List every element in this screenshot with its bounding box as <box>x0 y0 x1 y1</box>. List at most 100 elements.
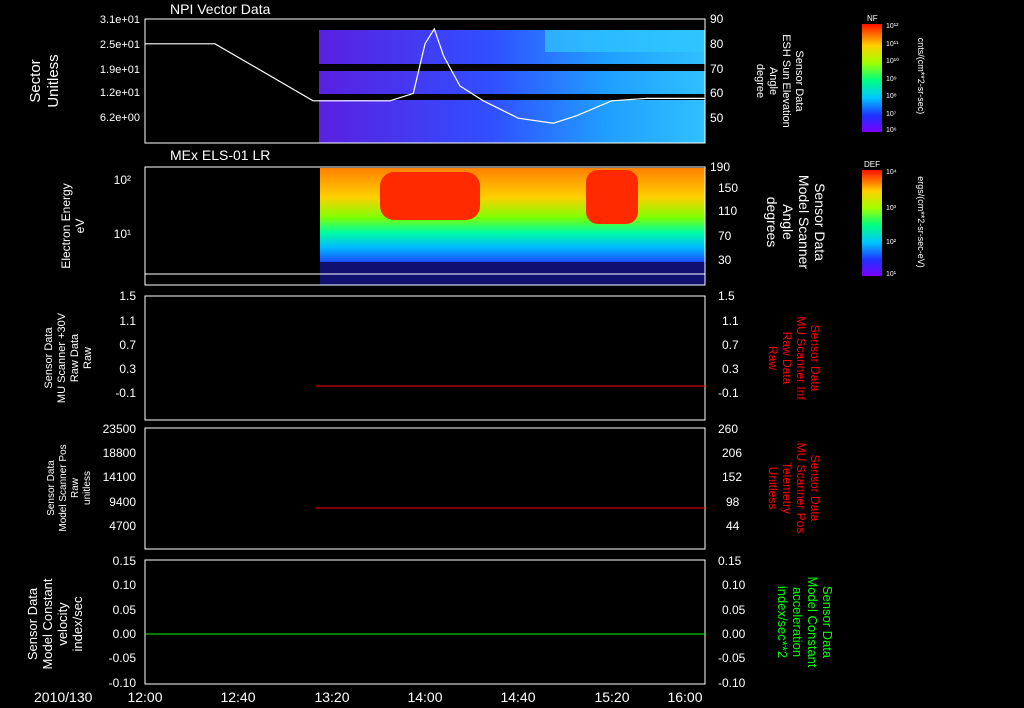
tick-label: 14100 <box>103 470 137 484</box>
tick-label: 4700 <box>109 519 136 533</box>
svg-text:eV: eV <box>73 219 87 234</box>
right-axis-ticks: 1.5 1.1 0.7 0.3 -0.1 <box>718 289 739 400</box>
time-axis: 2010/130 12:00 12:40 13:20 14:00 14:40 1… <box>34 689 703 705</box>
panel-frame <box>144 559 706 685</box>
time-tick-label: 13:20 <box>314 689 349 705</box>
tick-label: 1.2e+01 <box>100 87 140 99</box>
svg-text:10⁹: 10⁹ <box>886 76 897 83</box>
svg-text:MU Scanner +30V: MU Scanner +30V <box>56 312 68 403</box>
tick-label: 110 <box>718 204 737 218</box>
svg-text:Telemetry: Telemetry <box>780 462 794 514</box>
tick-label: 1.1 <box>119 314 136 328</box>
left-axis-ticks: 10² 10¹ <box>114 173 131 241</box>
svg-text:10⁶: 10⁶ <box>886 127 897 134</box>
colorbar-nf: NF 10¹² 10¹¹ 10¹⁰ 10⁹ 10⁸ 10⁷ 10⁶ cnts/(… <box>862 14 926 134</box>
colorbar-units: cnts/(cm**2-sr-sec) <box>916 38 926 115</box>
time-tick-label: 14:40 <box>500 689 535 705</box>
tick-label: 44 <box>726 519 740 533</box>
svg-text:velocity: velocity <box>55 602 70 646</box>
svg-text:Sector: Sector <box>27 59 44 102</box>
right-axis-ticks: 0.15 0.10 0.05 0.00 -0.05 -0.10 <box>718 554 746 690</box>
svg-text:10¹: 10¹ <box>886 271 897 278</box>
right-axis-ticks: 90 80 70 60 50 <box>710 12 724 125</box>
svg-text:Sensor Data: Sensor Data <box>25 587 40 660</box>
tick-label: 9400 <box>109 495 136 509</box>
right-axis-label: Sensor Data Model Scanner Angle degrees <box>764 175 828 270</box>
left-axis-ticks: 0.15 0.10 0.05 0.00 -0.05 -0.10 <box>109 554 137 690</box>
right-axis-label: Sensor Data Model Constant acceleration … <box>775 576 835 667</box>
svg-text:10¹⁰: 10¹⁰ <box>886 57 899 65</box>
tick-label: 3.1e+01 <box>100 14 140 26</box>
svg-text:Raw: Raw <box>766 346 780 370</box>
tick-label: 0.00 <box>113 627 137 641</box>
svg-text:Model Scanner Pos: Model Scanner Pos <box>58 444 69 531</box>
npi-gap-band <box>319 64 705 71</box>
tick-label: 70 <box>718 229 732 243</box>
colorbar-gradient <box>862 170 882 276</box>
right-axis-label: Sensor Data MU Scanner Inf Raw Data Raw <box>766 316 822 400</box>
svg-text:Sensor Data: Sensor Data <box>808 455 822 522</box>
panel-frame <box>144 427 706 550</box>
tick-label: 206 <box>722 446 742 460</box>
tick-label: 0.3 <box>119 362 136 376</box>
tick-label: 0.15 <box>718 554 742 568</box>
left-axis-label: Sensor Data Model Scanner Pos Raw unitle… <box>46 444 93 531</box>
tick-label: 0.10 <box>722 578 746 592</box>
tick-label: 152 <box>722 470 742 484</box>
colorbar-def: DEF 10⁴ 10³ 10² 10¹ ergs/(cm**2-sr-sec-e… <box>862 160 926 278</box>
tick-label: 0.05 <box>722 603 746 617</box>
svg-text:Raw Data: Raw Data <box>780 332 794 385</box>
right-axis-ticks: 190 150 110 70 30 <box>710 160 738 267</box>
colorbar-label: DEF <box>864 160 880 169</box>
tick-label: 0.05 <box>113 603 137 617</box>
tick-label: 190 <box>710 160 730 174</box>
tick-label: 0.3 <box>722 362 739 376</box>
tick-label: 1.5 <box>718 289 735 303</box>
time-tick-label: 16:00 <box>667 689 702 705</box>
tick-label: 30 <box>718 253 732 267</box>
svg-text:MU Scanner Pos: MU Scanner Pos <box>794 443 808 534</box>
right-axis-ticks: 260 206 152 98 44 <box>718 422 742 533</box>
svg-text:Sensor Data: Sensor Data <box>808 325 822 392</box>
tick-label: 0.7 <box>722 338 739 352</box>
tick-label: 0.10 <box>113 578 137 592</box>
tick-label: -0.10 <box>109 676 137 690</box>
svg-text:Unitless: Unitless <box>766 467 780 510</box>
tick-label: 10² <box>114 173 131 187</box>
svg-text:degrees: degrees <box>764 197 780 248</box>
tick-label: -0.10 <box>718 676 746 690</box>
svg-text:ESH Sun Elevation: ESH Sun Elevation <box>780 34 792 128</box>
svg-text:unitless: unitless <box>82 471 93 505</box>
tick-label: 98 <box>726 495 740 509</box>
tick-label: 0.7 <box>119 338 136 352</box>
tick-label: 80 <box>710 37 724 51</box>
panel-npi: NPI Vector Data 3.1e+01 2.5e+01 1.9e+01 … <box>27 1 805 144</box>
svg-text:10⁷: 10⁷ <box>886 111 897 118</box>
svg-text:10⁸: 10⁸ <box>886 93 897 100</box>
svg-text:Electron Energy: Electron Energy <box>59 183 73 268</box>
svg-text:Raw: Raw <box>70 477 81 498</box>
tick-label: -0.1 <box>718 386 739 400</box>
panel-model-constant: 0.15 0.10 0.05 0.00 -0.05 -0.10 0.15 0.1… <box>25 554 835 690</box>
tick-label: 70 <box>710 62 724 76</box>
right-axis-label: Sensor Data ESH Sun Elevation Angle degr… <box>754 34 805 128</box>
time-tick-label: 15:20 <box>594 689 629 705</box>
tick-label: 18800 <box>103 446 137 460</box>
time-tick-label: 12:00 <box>127 689 162 705</box>
tick-label: 6.2e+00 <box>100 112 140 124</box>
time-tick-label: 14:00 <box>407 689 442 705</box>
panel-scanner-pos: 23500 18800 14100 9400 4700 260 206 152 … <box>46 422 822 550</box>
svg-text:Sensor Data: Sensor Data <box>43 327 55 389</box>
panel-title: NPI Vector Data <box>170 1 271 17</box>
svg-text:Unitless: Unitless <box>45 54 62 107</box>
tick-label: 50 <box>710 111 724 125</box>
left-axis-ticks: 3.1e+01 2.5e+01 1.9e+01 1.2e+01 6.2e+00 <box>100 14 140 124</box>
tick-label: 60 <box>710 86 724 100</box>
svg-text:index/sec: index/sec <box>70 596 85 651</box>
colorbar-units: ergs/(cm**2-sr-sec-eV) <box>916 176 926 268</box>
svg-text:10¹²: 10¹² <box>886 23 899 30</box>
svg-text:Model Constant: Model Constant <box>40 578 55 669</box>
panel-frame <box>144 295 706 421</box>
date-label: 2010/130 <box>34 689 93 705</box>
svg-text:10²: 10² <box>886 239 897 246</box>
